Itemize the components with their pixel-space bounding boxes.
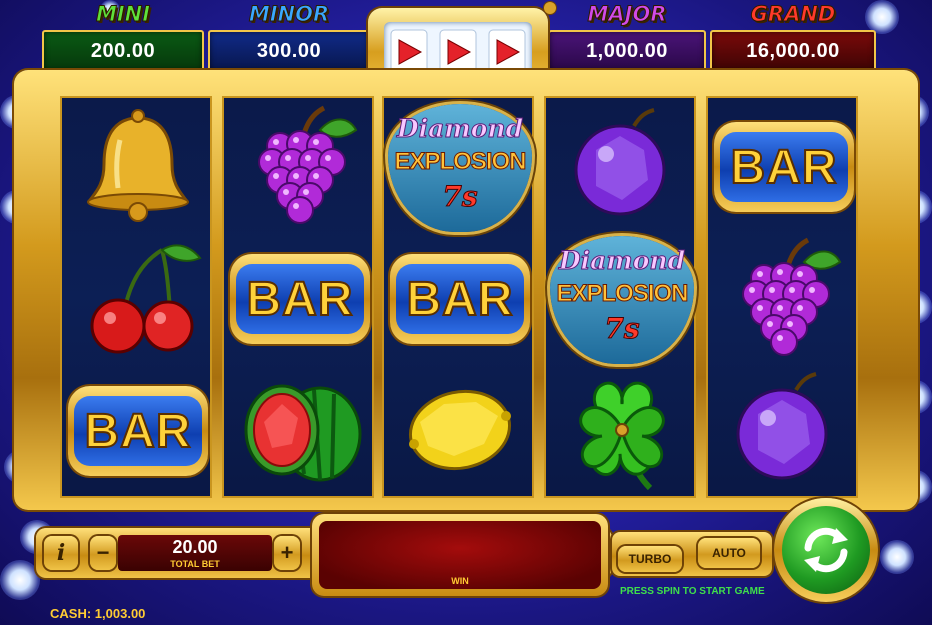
reel-3: Diamond EXPLOSION 7s BAR	[382, 96, 534, 498]
reel-cell: BAR	[384, 232, 536, 362]
plus-icon: +	[280, 540, 294, 565]
play-icon	[439, 29, 477, 75]
reel-cell	[546, 364, 698, 494]
watermelon-icon	[244, 384, 362, 482]
clover-icon	[579, 381, 665, 491]
jackpot-minor: 300.00	[208, 30, 370, 72]
spin-button[interactable]	[774, 498, 878, 602]
play-icon	[488, 29, 526, 75]
play-icon	[390, 29, 428, 75]
reel-cell: BAR	[708, 100, 860, 230]
lemon-icon	[408, 389, 512, 471]
win-display: WIN	[312, 514, 608, 596]
jackpot-mini: 200.00	[42, 30, 204, 72]
jackpot-mini-value: 200.00	[90, 39, 156, 62]
auto-button[interactable]: AUTO	[698, 538, 760, 568]
reel-cell: Diamond EXPLOSION 7s	[546, 232, 698, 364]
jackpot-major-value: 1,000.00	[586, 39, 668, 62]
minus-icon: −	[96, 540, 110, 565]
reel-5: BAR	[706, 96, 858, 498]
reel-cell	[384, 364, 536, 494]
bar-symbol: BAR	[390, 254, 530, 344]
jackpot-minor-value: 300.00	[256, 39, 322, 62]
auto-label: AUTO	[712, 546, 746, 560]
turbo-label: TURBO	[628, 552, 672, 566]
bar-symbol: BAR	[68, 386, 208, 476]
bet-value: 20.00	[172, 537, 218, 557]
reel-cell: BAR	[224, 232, 376, 362]
reel-cell	[224, 364, 376, 494]
info-icon: i	[56, 540, 66, 566]
jackpot-major-title: MAJOR	[587, 2, 667, 27]
reel-cell	[62, 232, 214, 362]
grapes-icon	[258, 105, 358, 224]
bar-symbol: BAR	[714, 122, 854, 212]
info-button[interactable]: i	[44, 536, 78, 570]
bet-decrease-button[interactable]: −	[90, 536, 116, 570]
reel-4: Diamond EXPLOSION 7s	[544, 96, 696, 498]
jackpot-minor-title: MINOR	[248, 2, 330, 27]
spin-refresh-icon	[804, 527, 848, 573]
reel-cell	[546, 100, 698, 230]
bet-display: 20.00 TOTAL BET	[118, 535, 272, 571]
plum-icon	[574, 108, 666, 216]
cash-label: CASH:	[50, 606, 92, 621]
reel-cell	[708, 232, 860, 362]
lever-knob	[544, 2, 556, 14]
diamond-explosion-7s-symbol: Diamond EXPLOSION 7s	[550, 236, 694, 364]
reel-2: BAR	[222, 96, 374, 498]
bar-symbol: BAR	[230, 254, 370, 344]
reel-cell	[62, 100, 214, 230]
bell-icon	[86, 109, 190, 222]
cherries-icon	[90, 244, 202, 354]
status-message: PRESS SPIN TO START GAME	[620, 586, 765, 597]
jackpot-mini-title: MINI	[95, 2, 151, 27]
bet-increase-button[interactable]: +	[274, 536, 300, 570]
win-label: WIN	[451, 576, 469, 586]
jackpot-major: 1,000.00	[548, 30, 706, 72]
reel-cell: Diamond EXPLOSION 7s	[384, 100, 536, 232]
grapes-icon	[742, 237, 842, 356]
diamond-explosion-7s-symbol: Diamond EXPLOSION 7s	[388, 104, 532, 232]
plum-icon	[736, 372, 828, 480]
jackpot-grand-title: GRAND	[750, 2, 836, 27]
turbo-button[interactable]: TURBO	[618, 546, 682, 572]
reel-1: BAR	[60, 96, 212, 498]
cash-value: 1,003.00	[94, 606, 146, 621]
jackpot-grand: 16,000.00	[710, 30, 876, 72]
cash-display: CASH: 1,003.00	[50, 606, 145, 621]
jackpot-grand-value: 16,000.00	[746, 39, 840, 62]
reel-cell	[224, 100, 376, 230]
bet-label: TOTAL BET	[170, 559, 220, 569]
reel-cell: BAR	[62, 364, 214, 494]
reel-cell	[708, 364, 860, 494]
